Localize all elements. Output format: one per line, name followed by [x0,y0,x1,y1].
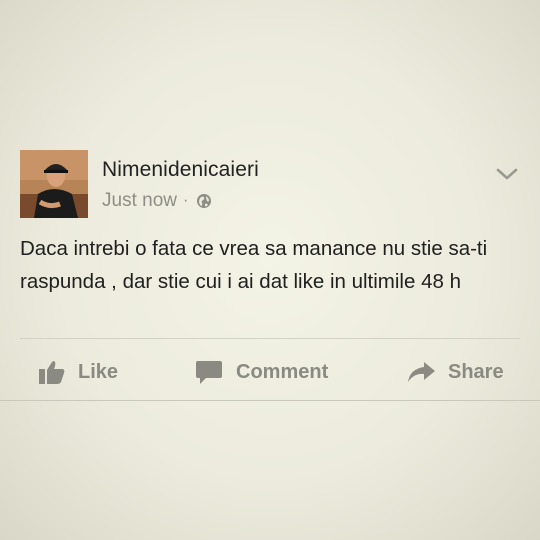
avatar[interactable] [20,150,88,218]
divider [0,400,540,401]
post-text: Daca intrebi o fata ce vrea sa manance n… [20,237,488,293]
speech-bubble-icon [194,358,224,386]
chevron-down-icon[interactable] [494,164,520,184]
share-label: Share [448,360,504,383]
globe-icon [196,193,212,209]
meta-separator: · [182,192,189,209]
share-arrow-icon [406,360,436,384]
timestamp[interactable]: Just now [102,190,177,212]
like-button[interactable]: Like [38,354,118,390]
facebook-post: Nimenidenicaieri Just now · Daca intrebi… [0,0,540,540]
comment-label: Comment [236,360,329,383]
post-meta: Just now · [102,190,212,212]
share-button[interactable]: Share [406,354,504,390]
author-name[interactable]: Nimenidenicaieri [102,158,259,182]
like-label: Like [78,360,119,383]
divider [20,338,520,339]
thumbs-up-icon [38,359,66,385]
comment-button[interactable]: Comment [194,354,328,390]
